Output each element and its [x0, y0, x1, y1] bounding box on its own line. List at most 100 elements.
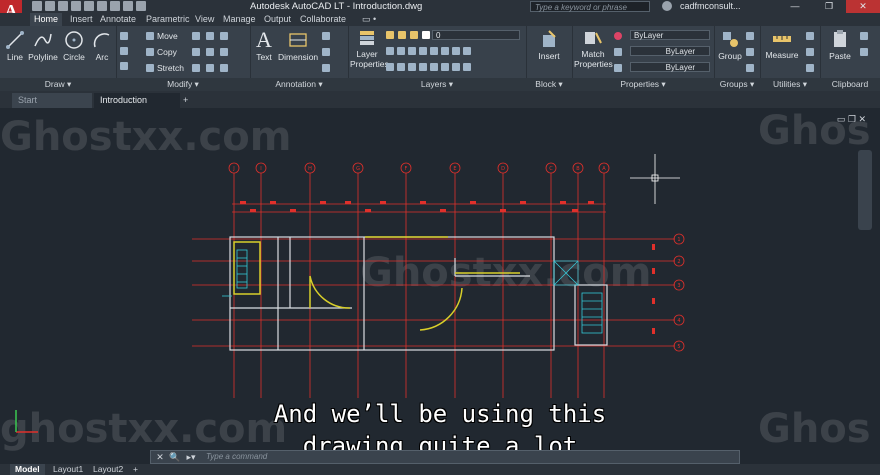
maximize-button[interactable]: ❐: [812, 0, 846, 13]
navigation-bar[interactable]: [858, 150, 872, 230]
undo-icon[interactable]: [123, 1, 133, 11]
layer-properties-tool[interactable]: Layer Properties: [350, 29, 389, 69]
command-input[interactable]: Type a command: [206, 451, 267, 463]
rotate-icon[interactable]: [192, 31, 203, 41]
id-point-icon[interactable]: [806, 63, 817, 73]
layer-lock-icon[interactable]: [410, 30, 421, 40]
fillet-icon[interactable]: [206, 47, 217, 57]
layer-freeze-icon[interactable]: [398, 30, 409, 40]
redo-icon[interactable]: [136, 1, 146, 11]
ungroup-icon[interactable]: [746, 31, 757, 41]
close-command-line-icon[interactable]: ✕: [155, 451, 165, 463]
tab-insert[interactable]: Insert: [70, 13, 93, 26]
group-select-icon[interactable]: [746, 63, 757, 73]
groups-panel-title[interactable]: Groups ▾: [714, 78, 760, 91]
tab-layout2[interactable]: Layout2: [88, 464, 128, 475]
offset-icon[interactable]: [220, 63, 231, 73]
annotation-panel-title[interactable]: Annotation ▾: [250, 78, 348, 91]
draw-panel-title[interactable]: Draw ▾: [0, 78, 116, 91]
tab-parametric[interactable]: Parametric: [146, 13, 190, 26]
text-tool[interactable]: A Text: [252, 28, 276, 63]
tab-layout1[interactable]: Layout1: [48, 464, 88, 475]
mirror-icon[interactable]: [192, 47, 203, 57]
help-search-input[interactable]: Type a keyword or phrase: [530, 1, 650, 12]
grid-label: I: [260, 166, 261, 172]
minimize-button[interactable]: —: [778, 0, 812, 13]
save-as-icon[interactable]: [71, 1, 81, 11]
dimension-icon: [289, 33, 307, 47]
tab-model[interactable]: Model: [10, 464, 45, 475]
markup-icon[interactable]: [322, 63, 333, 73]
table-icon[interactable]: [322, 47, 333, 57]
layer-tools-row-2[interactable]: [386, 62, 474, 72]
user-account-name[interactable]: cadfmconsult...: [680, 0, 741, 13]
explode-icon[interactable]: [220, 47, 231, 57]
quick-select-icon[interactable]: [806, 47, 817, 57]
erase-icon[interactable]: [220, 31, 231, 41]
tab-introduction[interactable]: Introduction: [94, 93, 180, 108]
scale-icon[interactable]: [192, 63, 203, 73]
arc-tool[interactable]: Arc: [90, 30, 114, 62]
lineweight-dropdown[interactable]: ByLayer: [630, 46, 710, 56]
quick-access-toolbar: [32, 1, 146, 11]
layer-dropdown[interactable]: 0: [432, 30, 520, 40]
polyline-tool[interactable]: Polyline: [26, 30, 60, 62]
tab-manage[interactable]: Manage: [223, 13, 256, 26]
dimension-tool[interactable]: Dimension: [278, 30, 318, 62]
tab-view[interactable]: View: [195, 13, 214, 26]
insert-tool[interactable]: Insert: [532, 29, 566, 61]
paste-tool[interactable]: Paste: [826, 29, 854, 61]
copy-clip-icon[interactable]: [860, 47, 871, 57]
properties-panel-title[interactable]: Properties ▾: [572, 78, 714, 91]
stretch-button[interactable]: Stretch: [146, 63, 184, 73]
clipboard-panel-title[interactable]: Clipboard: [820, 78, 880, 91]
save-icon[interactable]: [58, 1, 68, 11]
tab-annotate[interactable]: Annotate: [100, 13, 136, 26]
new-tab-button[interactable]: +: [180, 93, 194, 108]
new-icon[interactable]: [32, 1, 42, 11]
ellipse-icon[interactable]: [120, 61, 131, 71]
array-icon[interactable]: [206, 63, 217, 73]
match-properties-tool[interactable]: Match Properties: [574, 29, 613, 69]
cut-icon[interactable]: [860, 31, 871, 41]
move-icon: [146, 32, 154, 40]
plot-icon[interactable]: [110, 1, 120, 11]
tab-collaborate[interactable]: Collaborate: [300, 13, 346, 26]
calculator-icon[interactable]: [806, 31, 817, 41]
layer-tools-row-1[interactable]: [386, 46, 474, 56]
leader-icon[interactable]: [322, 31, 333, 41]
utilities-panel-title[interactable]: Utilities ▾: [760, 78, 820, 91]
trim-icon[interactable]: [206, 31, 217, 41]
color-dropdown[interactable]: ByLayer: [630, 30, 710, 40]
copy-label: Copy: [157, 47, 177, 57]
block-panel: Insert Block ▾: [526, 26, 573, 91]
tab-output[interactable]: Output: [264, 13, 291, 26]
layers-panel-title[interactable]: Layers ▾: [348, 78, 526, 91]
modify-panel-title[interactable]: Modify ▾: [116, 78, 250, 91]
measure-tool[interactable]: Measure: [762, 30, 802, 60]
hatch-icon[interactable]: [120, 46, 131, 56]
linetype-dropdown[interactable]: ByLayer: [630, 62, 710, 72]
measure-icon: [773, 36, 791, 42]
close-button[interactable]: ✕: [846, 0, 880, 13]
ribbon-minimize-toggle[interactable]: ▭ •: [362, 13, 376, 26]
command-line[interactable]: ✕ 🔍 ▸▾ Type a command: [150, 450, 740, 464]
tab-home[interactable]: Home: [30, 13, 63, 26]
new-layout-button[interactable]: +: [128, 464, 143, 475]
move-button[interactable]: Move: [146, 31, 178, 41]
layer-on-icon[interactable]: [386, 30, 397, 40]
line-tool[interactable]: Line: [4, 30, 26, 62]
cloud-save-icon[interactable]: [97, 1, 107, 11]
circle-tool[interactable]: Circle: [62, 30, 86, 62]
copy-button[interactable]: Copy: [146, 47, 177, 57]
search-icon[interactable]: 🔍: [169, 451, 180, 463]
group-edit-icon[interactable]: [746, 47, 757, 57]
open-icon[interactable]: [45, 1, 55, 11]
cloud-open-icon[interactable]: [84, 1, 94, 11]
group-tool[interactable]: Group: [716, 29, 744, 61]
grid-label: 3: [677, 283, 680, 289]
tab-start[interactable]: Start: [12, 93, 92, 108]
block-panel-title[interactable]: Block ▾: [526, 78, 572, 91]
rectangle-icon[interactable]: [120, 31, 131, 41]
command-prompt-icon[interactable]: ▸▾: [183, 451, 199, 463]
